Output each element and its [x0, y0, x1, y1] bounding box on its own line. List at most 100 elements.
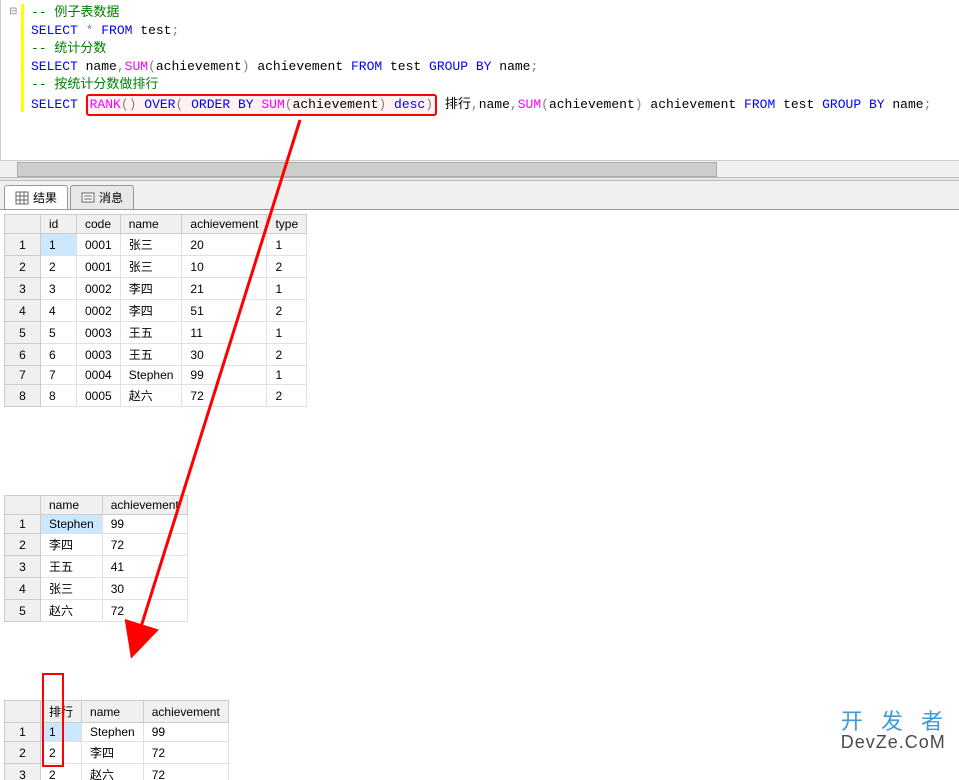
cell[interactable]: 1 [267, 278, 307, 300]
col-header[interactable] [5, 496, 41, 515]
cell[interactable]: 11 [182, 322, 267, 344]
cell[interactable]: Stephen [120, 366, 182, 385]
cell[interactable]: 0001 [77, 234, 121, 256]
cell[interactable]: 6 [41, 344, 77, 366]
cell[interactable]: 5 [41, 322, 77, 344]
cell[interactable]: 3 [41, 278, 77, 300]
scrollbar-thumb[interactable] [17, 162, 717, 177]
table-row[interactable]: 22李四72 [5, 742, 229, 764]
cell[interactable]: 72 [143, 764, 228, 780]
cell[interactable]: 5 [5, 600, 41, 622]
cell[interactable]: 3 [5, 556, 41, 578]
cell[interactable]: 张三 [120, 234, 182, 256]
cell[interactable]: 72 [102, 600, 187, 622]
table-row[interactable]: 4张三30 [5, 578, 188, 600]
cell[interactable]: 4 [5, 300, 41, 322]
cell[interactable]: 1 [41, 723, 82, 742]
cell[interactable]: 99 [182, 366, 267, 385]
cell[interactable]: 赵六 [120, 385, 182, 407]
table-row[interactable]: 660003王五302 [5, 344, 307, 366]
table-row[interactable]: 11Stephen99 [5, 723, 229, 742]
table-row[interactable]: 770004Stephen991 [5, 366, 307, 385]
cell[interactable]: 1 [267, 366, 307, 385]
cell[interactable]: 5 [5, 322, 41, 344]
cell[interactable]: 2 [267, 385, 307, 407]
cell[interactable]: 99 [143, 723, 228, 742]
cell[interactable]: 4 [41, 300, 77, 322]
cell[interactable]: 3 [5, 764, 41, 780]
result-grid-2[interactable]: nameachievement1Stephen992李四723王五414张三30… [4, 495, 188, 622]
cell[interactable]: 41 [102, 556, 187, 578]
cell[interactable]: 2 [5, 534, 41, 556]
cell[interactable]: 99 [102, 515, 187, 534]
cell[interactable]: 1 [267, 234, 307, 256]
cell[interactable]: 2 [41, 742, 82, 764]
cell[interactable]: 1 [5, 515, 41, 534]
fold-icon[interactable]: ⊟ [9, 4, 23, 22]
cell[interactable]: 72 [102, 534, 187, 556]
cell[interactable]: 张三 [120, 256, 182, 278]
cell[interactable]: 2 [5, 742, 41, 764]
result-grid-1[interactable]: idcodenameachievementtype110001张三2012200… [4, 214, 307, 407]
col-header[interactable]: name [82, 701, 144, 723]
table-row[interactable]: 3王五41 [5, 556, 188, 578]
cell[interactable]: 51 [182, 300, 267, 322]
cell[interactable]: 1 [41, 234, 77, 256]
col-header[interactable] [5, 215, 41, 234]
cell[interactable]: 7 [5, 366, 41, 385]
editor-hscrollbar[interactable] [0, 160, 959, 177]
cell[interactable]: 2 [267, 344, 307, 366]
cell[interactable]: 0003 [77, 322, 121, 344]
cell[interactable]: 2 [41, 256, 77, 278]
cell[interactable]: 3 [5, 278, 41, 300]
cell[interactable]: 72 [182, 385, 267, 407]
cell[interactable]: 8 [5, 385, 41, 407]
table-row[interactable]: 330002李四211 [5, 278, 307, 300]
cell[interactable]: 20 [182, 234, 267, 256]
cell[interactable]: 10 [182, 256, 267, 278]
cell[interactable]: Stephen [82, 723, 144, 742]
col-header[interactable]: name [41, 496, 103, 515]
cell[interactable]: 72 [143, 742, 228, 764]
cell[interactable]: 1 [267, 322, 307, 344]
cell[interactable]: 2 [267, 300, 307, 322]
cell[interactable]: 30 [182, 344, 267, 366]
cell[interactable]: 王五 [120, 322, 182, 344]
table-row[interactable]: 110001张三201 [5, 234, 307, 256]
cell[interactable]: 王五 [120, 344, 182, 366]
table-row[interactable]: 2李四72 [5, 534, 188, 556]
col-header[interactable]: id [41, 215, 77, 234]
cell[interactable]: 2 [41, 764, 82, 780]
col-header[interactable]: achievement [102, 496, 187, 515]
result-grid-3[interactable]: 排行nameachievement11Stephen9922李四7232赵六72… [4, 700, 229, 780]
cell[interactable]: 0002 [77, 300, 121, 322]
cell[interactable]: 李四 [120, 300, 182, 322]
cell[interactable]: 21 [182, 278, 267, 300]
table-row[interactable]: 5赵六72 [5, 600, 188, 622]
table-row[interactable]: 220001张三102 [5, 256, 307, 278]
cell[interactable]: 0001 [77, 256, 121, 278]
cell[interactable]: 7 [41, 366, 77, 385]
cell[interactable]: 6 [5, 344, 41, 366]
cell[interactable]: 4 [5, 578, 41, 600]
tab-messages[interactable]: 消息 [70, 185, 134, 209]
table-row[interactable]: 1Stephen99 [5, 515, 188, 534]
table-row[interactable]: 880005赵六722 [5, 385, 307, 407]
cell[interactable]: 0004 [77, 366, 121, 385]
col-header[interactable]: type [267, 215, 307, 234]
cell[interactable]: 李四 [41, 534, 103, 556]
table-row[interactable]: 440002李四512 [5, 300, 307, 322]
tab-results[interactable]: 结果 [4, 185, 68, 209]
cell[interactable]: 李四 [120, 278, 182, 300]
cell[interactable]: 张三 [41, 578, 103, 600]
cell[interactable]: 8 [41, 385, 77, 407]
sql-editor[interactable]: ⊟ -- 例子表数据 SELECT * FROM test; -- 统计分数 S… [0, 0, 959, 160]
cell[interactable]: 李四 [82, 742, 144, 764]
col-header[interactable]: code [77, 215, 121, 234]
col-header[interactable] [5, 701, 41, 723]
cell[interactable]: 30 [102, 578, 187, 600]
cell[interactable]: 0005 [77, 385, 121, 407]
cell[interactable]: 1 [5, 723, 41, 742]
cell[interactable]: 0002 [77, 278, 121, 300]
cell[interactable]: 赵六 [82, 764, 144, 780]
